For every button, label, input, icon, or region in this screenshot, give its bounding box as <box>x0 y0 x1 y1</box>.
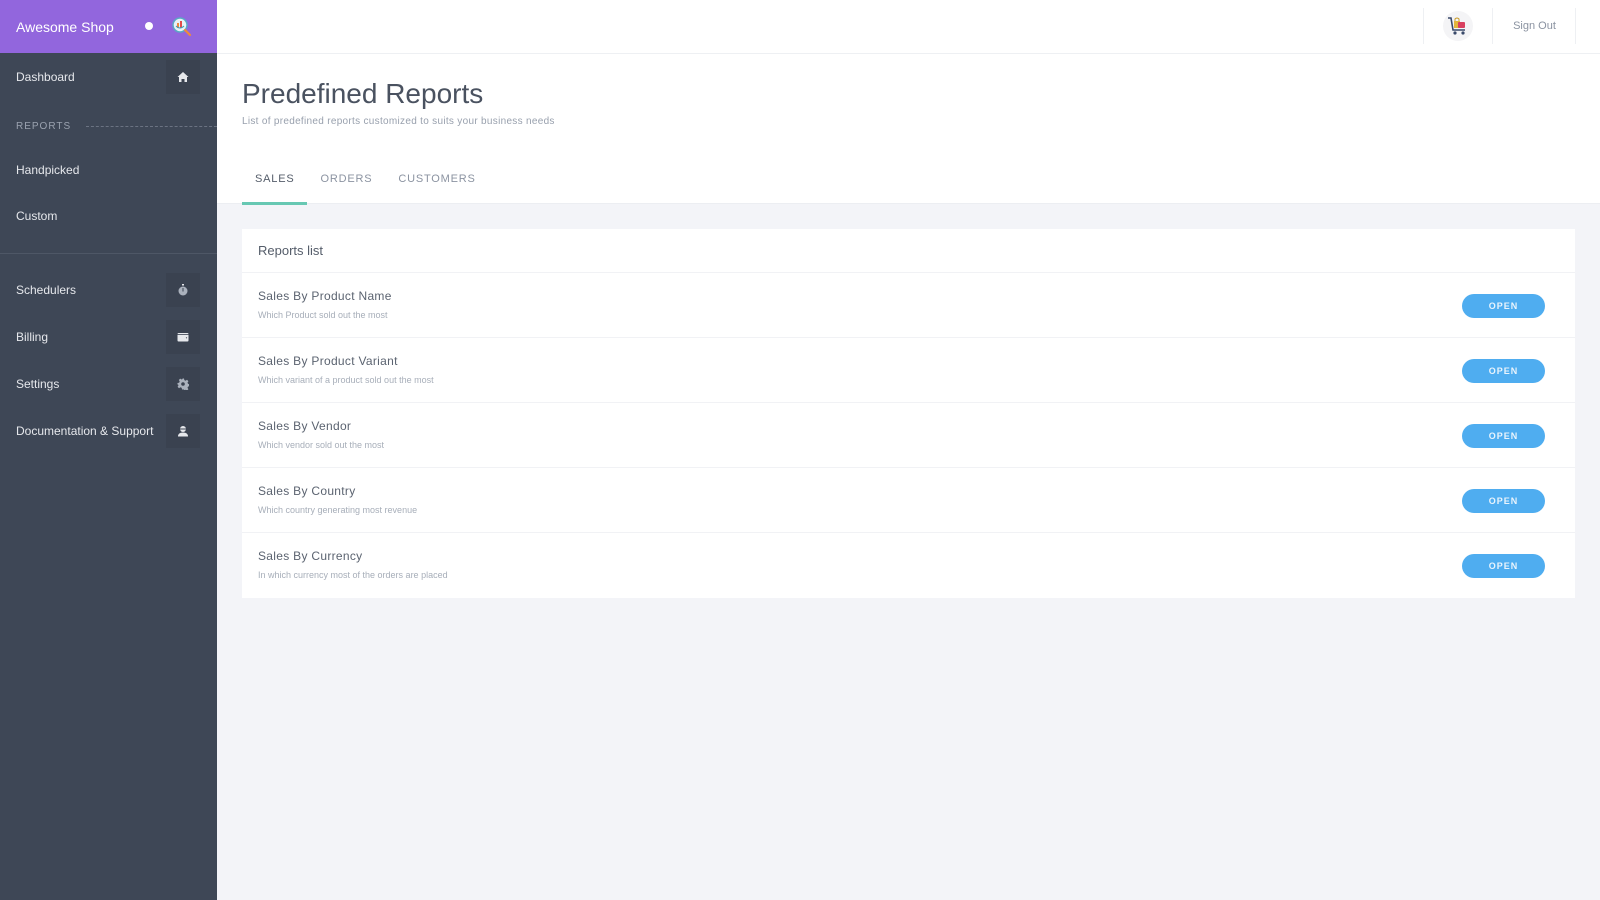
sidebar-item-dashboard[interactable]: Dashboard <box>0 60 217 94</box>
report-name: Sales By Country <box>258 484 356 498</box>
brand-name[interactable]: Awesome Shop <box>16 19 114 35</box>
support-agent-icon <box>166 414 200 448</box>
status-dot-icon <box>145 22 153 30</box>
sidebar-item-billing[interactable]: Billing <box>0 320 217 354</box>
report-description: Which country generating most revenue <box>258 505 418 515</box>
card-title: Reports list <box>242 229 1575 273</box>
report-description: Which Product sold out the most <box>258 310 388 320</box>
page-subtitle: List of predefined reports customized to… <box>242 116 555 127</box>
report-description: Which variant of a product sold out the … <box>258 375 434 385</box>
sidebar-item-label: Dashboard <box>16 70 75 84</box>
sidebar-item-label: Documentation & Support <box>16 424 154 438</box>
cart-button[interactable] <box>1423 8 1493 44</box>
gear-icon <box>166 367 200 401</box>
report-row: Sales By Product Name Which Product sold… <box>242 273 1575 338</box>
sidebar-divider <box>0 253 217 254</box>
sidebar-item-label: Settings <box>16 377 60 391</box>
tab-customers[interactable]: CUSTOMERS <box>385 154 488 204</box>
sidebar-item-label: Billing <box>16 330 49 344</box>
report-row: Sales By Country Which country generatin… <box>242 468 1575 533</box>
tab-orders[interactable]: ORDERS <box>307 154 385 204</box>
sidebar: Awesome Shop Dashboard REPORTS Handpicke… <box>0 0 217 900</box>
home-icon <box>166 60 200 94</box>
sidebar-item-label: Schedulers <box>16 283 77 297</box>
report-row: Sales By Vendor Which vendor sold out th… <box>242 403 1575 468</box>
section-label-reports: REPORTS <box>16 121 72 132</box>
sidebar-item-label: Custom <box>16 209 58 223</box>
search-analytics-logo-icon[interactable] <box>172 17 192 37</box>
stopwatch-icon <box>166 273 200 307</box>
sidebar-item-schedulers[interactable]: Schedulers <box>0 273 217 307</box>
sidebar-item-documentation-support[interactable]: Documentation & Support <box>0 414 217 448</box>
page-title: Predefined Reports <box>242 78 484 109</box>
open-report-button[interactable]: OPEN <box>1462 294 1545 318</box>
open-report-button[interactable]: OPEN <box>1462 489 1545 513</box>
report-name: Sales By Currency <box>258 549 363 563</box>
sidebar-item-custom[interactable]: Custom <box>0 199 217 233</box>
report-row: Sales By Currency In which currency most… <box>242 533 1575 598</box>
tab-sales[interactable]: SALES <box>242 154 308 205</box>
page-header: Predefined Reports List of predefined re… <box>217 54 1600 205</box>
report-description: In which currency most of the orders are… <box>258 570 448 580</box>
open-report-button[interactable]: OPEN <box>1462 554 1545 578</box>
sidebar-item-label: Handpicked <box>16 163 80 177</box>
brand-header: Awesome Shop <box>0 0 217 53</box>
report-description: Which vendor sold out the most <box>258 440 385 450</box>
report-row: Sales By Product Variant Which variant o… <box>242 338 1575 403</box>
open-report-button[interactable]: OPEN <box>1462 424 1545 448</box>
open-report-button[interactable]: OPEN <box>1462 359 1545 383</box>
section-divider <box>86 126 217 127</box>
reports-list-card: Reports list Sales By Product Name Which… <box>242 229 1575 598</box>
shopping-cart-icon <box>1443 11 1473 41</box>
wallet-icon <box>166 320 200 354</box>
sidebar-item-settings[interactable]: Settings <box>0 367 217 401</box>
report-name: Sales By Product Variant <box>258 354 398 368</box>
sign-out-link[interactable]: Sign Out <box>1494 8 1576 44</box>
report-name: Sales By Product Name <box>258 289 392 303</box>
top-header: Sign Out <box>217 0 1600 54</box>
sidebar-item-handpicked[interactable]: Handpicked <box>0 153 217 187</box>
report-name: Sales By Vendor <box>258 419 352 433</box>
report-tabs: SALES ORDERS CUSTOMERS <box>242 154 489 205</box>
